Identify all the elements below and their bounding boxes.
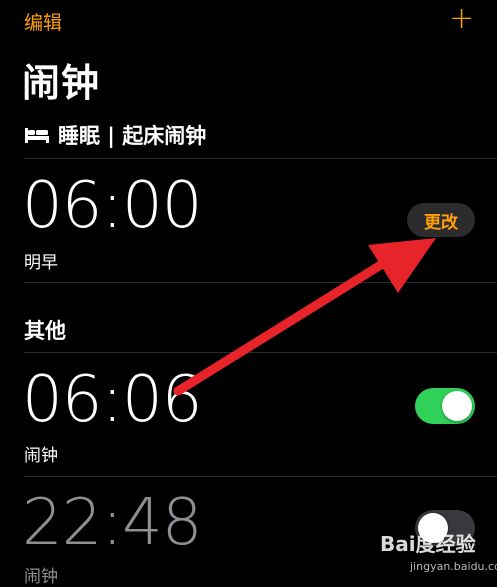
toggle-knob — [442, 391, 472, 421]
section-title-other: 其他 — [24, 319, 66, 343]
divider — [24, 352, 497, 353]
sleep-alarm-label: 明早 — [24, 253, 58, 273]
alarm-toggle[interactable] — [415, 388, 475, 424]
sleep-alarm-time[interactable]: 06:00 — [22, 174, 202, 238]
bed-icon — [25, 128, 49, 143]
divider — [24, 476, 497, 477]
sleep-section-header: 睡眠 | 起床闹钟 — [24, 120, 206, 150]
alarm-time[interactable]: 06:06 — [22, 368, 202, 432]
change-button[interactable]: 更改 — [407, 203, 475, 237]
add-alarm-button[interactable]: + — [449, 4, 474, 34]
alarm-time[interactable]: 22:48 — [22, 491, 202, 555]
sleep-section-title: 睡眠 | 起床闹钟 — [58, 124, 207, 148]
watermark-logo: Bai度经验 — [380, 532, 476, 556]
alarm-label: 闹钟 — [24, 567, 58, 587]
divider — [24, 282, 497, 283]
watermark-url: jingyan.baidu.com — [410, 560, 497, 573]
alarm-label: 闹钟 — [24, 446, 58, 466]
divider — [24, 158, 497, 159]
edit-button[interactable]: 编辑 — [24, 8, 62, 35]
page-title: 闹钟 — [22, 61, 101, 105]
